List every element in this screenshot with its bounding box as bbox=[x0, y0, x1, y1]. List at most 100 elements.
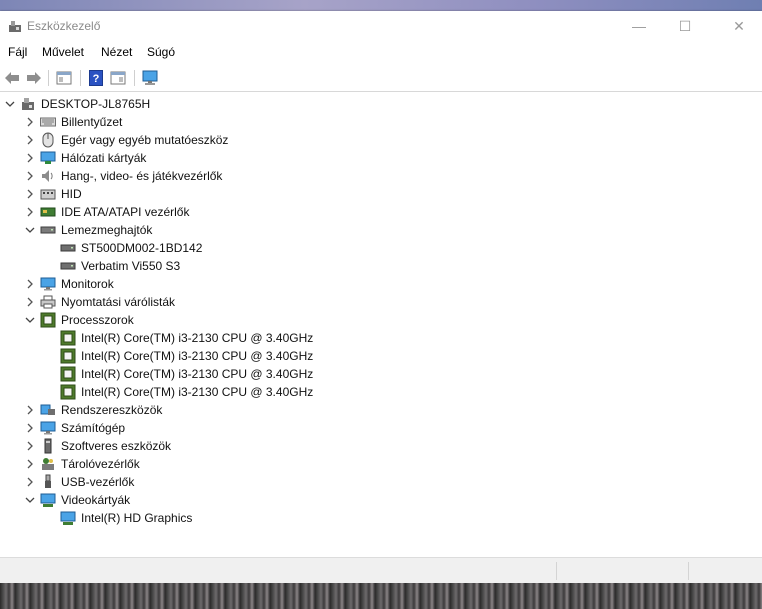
storage-controller-icon bbox=[40, 456, 56, 472]
printer-icon bbox=[40, 294, 56, 310]
tree-category-row[interactable]: HID bbox=[24, 185, 82, 203]
tree-root-label: DESKTOP-JL8765H bbox=[41, 97, 151, 111]
chevron-right-icon[interactable] bbox=[24, 275, 36, 293]
toolbar: ? bbox=[0, 65, 762, 92]
tree-category-label: Monitorok bbox=[61, 277, 114, 291]
maximize-button[interactable]: ☐ bbox=[662, 11, 708, 41]
monitor-scan-icon[interactable] bbox=[140, 68, 160, 88]
tree-category-row[interactable]: Billentyűzet bbox=[24, 113, 122, 131]
chevron-down-icon[interactable] bbox=[24, 491, 36, 509]
tree-category-label: IDE ATA/ATAPI vezérlők bbox=[61, 205, 190, 219]
chevron-right-icon[interactable] bbox=[24, 167, 36, 185]
ide-controller-icon bbox=[40, 204, 56, 220]
tree-device-row[interactable]: ST500DM002-1BD142 bbox=[60, 239, 202, 257]
tree-device-row[interactable]: Verbatim Vi550 S3 bbox=[60, 257, 180, 275]
tree-category-row[interactable]: Számítógép bbox=[24, 419, 125, 437]
tree-category-row[interactable]: IDE ATA/ATAPI vezérlők bbox=[24, 203, 189, 221]
tree-category-label: Számítógép bbox=[61, 421, 126, 435]
tree-category-row[interactable]: Tárolóvezérlők bbox=[24, 455, 140, 473]
tree-category-row[interactable]: Hálózati kártyák bbox=[24, 149, 146, 167]
processor-device-icon bbox=[60, 366, 76, 382]
chevron-right-icon[interactable] bbox=[24, 131, 36, 149]
tree-root-row[interactable]: DESKTOP-JL8765H bbox=[4, 95, 150, 113]
display-adapter-device-icon bbox=[60, 510, 76, 526]
display-adapter-icon bbox=[40, 492, 56, 508]
device-manager-window: Eszközkezelő — ☐ ✕ Fájl Művelet Nézet Sú… bbox=[0, 11, 762, 584]
chevron-down-icon[interactable] bbox=[24, 221, 36, 239]
tree-category-row[interactable]: USB-vezérlők bbox=[24, 473, 134, 491]
tree-device-row[interactable]: Intel(R) Core(TM) i3-2130 CPU @ 3.40GHz bbox=[60, 347, 313, 365]
device-manager-app-icon bbox=[8, 19, 22, 33]
chevron-right-icon[interactable] bbox=[24, 113, 36, 131]
tree-device-label: Intel(R) Core(TM) i3-2130 CPU @ 3.40GHz bbox=[81, 349, 314, 363]
tree-category-label: Billentyűzet bbox=[61, 115, 123, 129]
chevron-down-icon[interactable] bbox=[4, 95, 16, 113]
tree-category-row[interactable]: Hang-, video- és játékvezérlők bbox=[24, 167, 222, 185]
toolbar-separator bbox=[80, 70, 81, 86]
minimize-button[interactable]: — bbox=[616, 11, 662, 41]
tree-category-row[interactable]: Szoftveres eszközök bbox=[24, 437, 171, 455]
view-icon[interactable] bbox=[108, 68, 128, 88]
close-button[interactable]: ✕ bbox=[716, 11, 762, 41]
tree-category-row[interactable]: Egér vagy egyéb mutatóeszköz bbox=[24, 131, 228, 149]
status-separator bbox=[688, 562, 689, 580]
processor-device-icon bbox=[60, 348, 76, 364]
chevron-right-icon[interactable] bbox=[24, 185, 36, 203]
status-bar bbox=[0, 557, 762, 584]
menu-action[interactable]: Művelet bbox=[42, 45, 84, 59]
tree-device-row[interactable]: Intel(R) Core(TM) i3-2130 CPU @ 3.40GHz bbox=[60, 329, 313, 347]
tree-category-label: Tárolóvezérlők bbox=[61, 457, 140, 471]
tree-category-row[interactable]: Rendszereszközök bbox=[24, 401, 162, 419]
tree-device-label: ST500DM002-1BD142 bbox=[81, 241, 203, 255]
chevron-right-icon[interactable] bbox=[24, 437, 36, 455]
chevron-right-icon[interactable] bbox=[24, 401, 36, 419]
chevron-right-icon[interactable] bbox=[24, 419, 36, 437]
forward-arrow-icon[interactable] bbox=[24, 68, 44, 88]
tree-category-label: Videokártyák bbox=[61, 493, 131, 507]
tree-category-label: USB-vezérlők bbox=[61, 475, 135, 489]
tree-device-label: Intel(R) Core(TM) i3-2130 CPU @ 3.40GHz bbox=[81, 331, 314, 345]
tree-device-label: Intel(R) HD Graphics bbox=[81, 511, 193, 525]
system-devices-icon bbox=[40, 402, 56, 418]
tree-device-label: Verbatim Vi550 S3 bbox=[81, 259, 181, 273]
menu-view[interactable]: Nézet bbox=[101, 45, 132, 59]
properties-icon[interactable] bbox=[54, 68, 74, 88]
tree-device-label: Intel(R) Core(TM) i3-2130 CPU @ 3.40GHz bbox=[81, 385, 314, 399]
tree-device-row[interactable]: Intel(R) HD Graphics bbox=[60, 509, 192, 527]
tree-category-row[interactable]: Monitorok bbox=[24, 275, 114, 293]
tree-category-label: HID bbox=[61, 187, 82, 201]
tree-category-label: Processzorok bbox=[61, 313, 134, 327]
back-arrow-icon[interactable] bbox=[2, 68, 22, 88]
tree-device-row[interactable]: Intel(R) Core(TM) i3-2130 CPU @ 3.40GHz bbox=[60, 383, 313, 401]
help-icon[interactable]: ? bbox=[86, 68, 106, 88]
menu-help[interactable]: Súgó bbox=[147, 45, 175, 59]
tree-category-label: Hang-, video- és játékvezérlők bbox=[61, 169, 223, 183]
chevron-down-icon[interactable] bbox=[24, 311, 36, 329]
tree-category-row[interactable]: Nyomtatási várólisták bbox=[24, 293, 175, 311]
processor-device-icon bbox=[60, 330, 76, 346]
hid-icon bbox=[40, 186, 56, 202]
window-title: Eszközkezelő bbox=[27, 19, 101, 33]
tree-category-label: Nyomtatási várólisták bbox=[61, 295, 176, 309]
desktop-background-top bbox=[0, 0, 762, 11]
tree-category-row[interactable]: Videokártyák bbox=[24, 491, 130, 509]
tree-device-row[interactable]: Intel(R) Core(TM) i3-2130 CPU @ 3.40GHz bbox=[60, 365, 313, 383]
toolbar-separator bbox=[48, 70, 49, 86]
chevron-right-icon[interactable] bbox=[24, 149, 36, 167]
chevron-right-icon[interactable] bbox=[24, 293, 36, 311]
processor-device-icon bbox=[60, 384, 76, 400]
tree-category-row[interactable]: Lemezmeghajtók bbox=[24, 221, 152, 239]
menu-file[interactable]: Fájl bbox=[8, 45, 27, 59]
tree-category-label: Egér vagy egyéb mutatóeszköz bbox=[61, 133, 229, 147]
menu-bar: Fájl Művelet Nézet Súgó bbox=[0, 41, 762, 63]
chevron-right-icon[interactable] bbox=[24, 473, 36, 491]
disk-drive-icon bbox=[40, 222, 56, 238]
desktop-background-bottom bbox=[0, 583, 762, 609]
tree-category-row[interactable]: Processzorok bbox=[24, 311, 134, 329]
computer-icon bbox=[40, 420, 56, 436]
network-adapter-icon bbox=[40, 150, 56, 166]
chevron-right-icon[interactable] bbox=[24, 203, 36, 221]
device-tree: DESKTOP-JL8765H Billentyűzet Egér vagy eg… bbox=[0, 95, 762, 557]
tree-category-label: Hálózati kártyák bbox=[61, 151, 147, 165]
chevron-right-icon[interactable] bbox=[24, 455, 36, 473]
